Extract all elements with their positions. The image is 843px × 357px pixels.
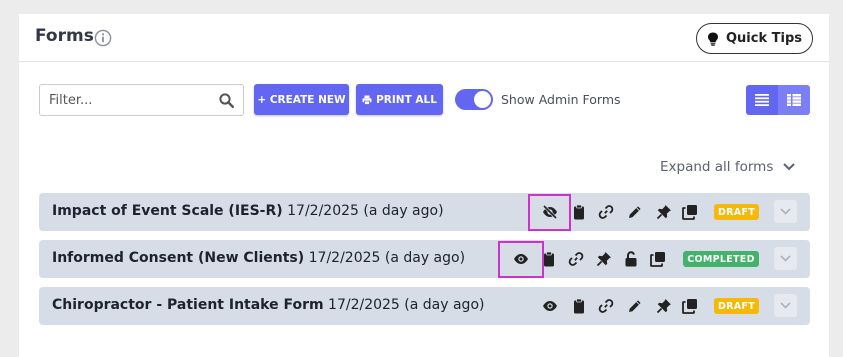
toggle-knob	[474, 91, 491, 108]
forms-card: Forms Quick Tips + CREATE NEW	[19, 14, 829, 357]
form-row[interactable]: Impact of Event Scale (IES-R) 17/2/2025 …	[39, 193, 810, 231]
quick-tips-button[interactable]: Quick Tips	[696, 23, 813, 54]
link-icon[interactable]	[568, 251, 584, 267]
highlight-box-show-visibility	[498, 241, 544, 278]
copy-icon[interactable]	[682, 204, 698, 220]
form-title: Impact of Event Scale (IES-R) 17/2/2025 …	[52, 203, 444, 219]
status-badge: COMPLETED	[683, 251, 759, 267]
clipboard-icon[interactable]	[571, 298, 587, 314]
chevron-down-icon	[783, 163, 796, 171]
expand-all-label: Expand all forms	[660, 159, 774, 175]
copy-icon[interactable]	[682, 298, 698, 314]
expand-row-button[interactable]	[774, 200, 797, 223]
show-admin-forms-label: Show Admin Forms	[501, 92, 621, 107]
printer-icon	[362, 95, 372, 105]
lightbulb-icon	[707, 32, 718, 46]
form-date: 17/2/2025 (a day ago)	[287, 203, 444, 219]
form-row[interactable]: Informed Consent (New Clients) 17/2/2025…	[39, 240, 810, 278]
form-date: 17/2/2025 (a day ago)	[328, 297, 485, 313]
eye-icon[interactable]	[542, 298, 558, 314]
form-date: 17/2/2025 (a day ago)	[308, 250, 466, 266]
form-title: Chiropractor - Patient Intake Form 17/2/…	[52, 297, 484, 313]
pencil-icon[interactable]	[627, 204, 643, 220]
view-mode-group	[746, 85, 810, 115]
info-icon[interactable]	[94, 29, 112, 47]
pin-icon[interactable]	[656, 204, 672, 220]
expand-row-button[interactable]	[774, 247, 797, 270]
show-admin-forms-toggle[interactable]	[455, 89, 493, 110]
expand-all-forms[interactable]: Expand all forms	[660, 159, 796, 175]
filter-field[interactable]	[39, 84, 244, 116]
list-view-button[interactable]	[746, 85, 778, 115]
table-view-button[interactable]	[778, 85, 810, 115]
status-badge: DRAFT	[714, 298, 759, 314]
form-title: Informed Consent (New Clients) 17/2/2025…	[52, 250, 465, 266]
chevron-down-icon	[780, 302, 791, 309]
clipboard-icon[interactable]	[571, 204, 587, 220]
create-new-button[interactable]: + CREATE NEW	[254, 84, 349, 115]
print-all-label: PRINT ALL	[376, 93, 437, 106]
form-name: Impact of Event Scale (IES-R)	[52, 203, 283, 219]
table-view-icon	[787, 94, 801, 106]
filter-input[interactable]	[40, 85, 210, 115]
create-new-label: + CREATE NEW	[257, 93, 346, 106]
form-name: Chiropractor - Patient Intake Form	[52, 297, 324, 313]
chevron-down-icon	[780, 255, 791, 262]
pin-icon[interactable]	[656, 298, 672, 314]
status-badge: DRAFT	[714, 204, 759, 220]
pin-icon[interactable]	[596, 251, 612, 267]
link-icon[interactable]	[598, 204, 614, 220]
card-header: Forms Quick Tips	[19, 14, 829, 62]
highlight-box-hide-visibility	[528, 194, 571, 231]
print-all-button[interactable]: PRINT ALL	[356, 84, 443, 115]
search-icon[interactable]	[219, 93, 234, 108]
quick-tips-label: Quick Tips	[725, 31, 802, 46]
page-title: Forms	[35, 26, 94, 46]
pencil-icon[interactable]	[627, 298, 643, 314]
link-icon[interactable]	[598, 298, 614, 314]
expand-row-button[interactable]	[774, 294, 797, 317]
form-name: Informed Consent (New Clients)	[52, 250, 305, 266]
form-row[interactable]: Chiropractor - Patient Intake Form 17/2/…	[39, 287, 810, 325]
copy-icon[interactable]	[650, 251, 666, 267]
chevron-down-icon	[780, 208, 791, 215]
list-view-icon	[755, 94, 769, 106]
unlock-icon[interactable]	[623, 251, 639, 267]
